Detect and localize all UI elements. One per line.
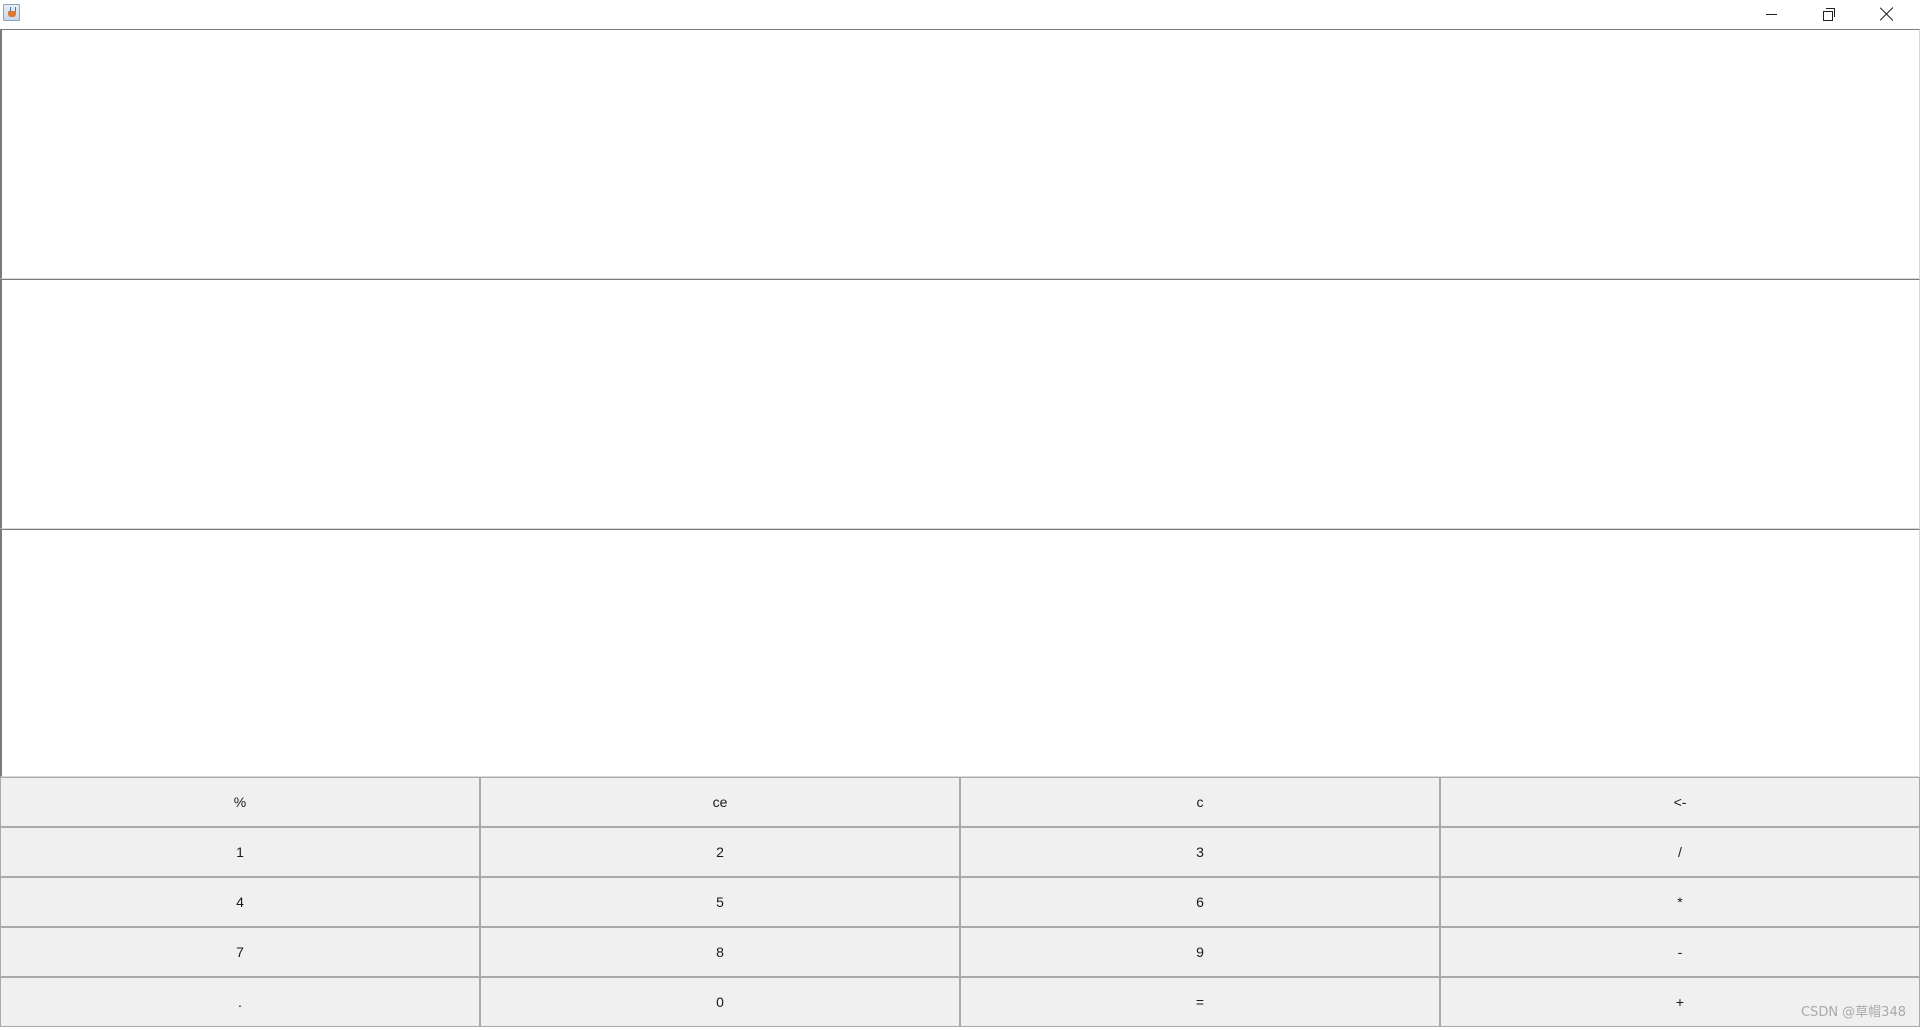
java-app-icon[interactable] [3,4,20,21]
clear-button[interactable]: c [960,777,1440,827]
close-button[interactable] [1858,0,1916,28]
digit-2-button[interactable]: 2 [480,827,960,877]
multiply-button[interactable]: * [1440,877,1920,927]
title-bar[interactable] [0,0,1920,28]
digit-9-button[interactable]: 9 [960,927,1440,977]
restore-button[interactable] [1800,0,1858,28]
display-field-2[interactable] [0,279,1920,529]
decimal-point-button[interactable]: . [0,977,480,1027]
backspace-button[interactable]: <- [1440,777,1920,827]
digit-6-button[interactable]: 6 [960,877,1440,927]
divide-button[interactable]: / [1440,827,1920,877]
digit-4-button[interactable]: 4 [0,877,480,927]
percent-button[interactable]: % [0,777,480,827]
equals-button[interactable]: = [960,977,1440,1027]
digit-8-button[interactable]: 8 [480,927,960,977]
display-field-1[interactable] [0,29,1920,279]
digit-1-button[interactable]: 1 [0,827,480,877]
digit-0-button[interactable]: 0 [480,977,960,1027]
subtract-button[interactable]: - [1440,927,1920,977]
calculator-window: % ce c <- 1 2 3 / 4 5 6 * 7 8 9 - . 0 = … [0,0,1920,1030]
minimize-button[interactable] [1742,0,1800,28]
digit-7-button[interactable]: 7 [0,927,480,977]
digit-5-button[interactable]: 5 [480,877,960,927]
restore-icon [1823,8,1835,21]
digit-3-button[interactable]: 3 [960,827,1440,877]
watermark: CSDN @草帽348 [1800,1005,1906,1020]
java-cup-glyph [8,11,16,17]
clear-entry-button[interactable]: ce [480,777,960,827]
close-icon [1880,7,1894,21]
keypad: % ce c <- 1 2 3 / 4 5 6 * 7 8 9 - . 0 = … [0,777,1920,1027]
display-field-3[interactable] [0,529,1920,777]
minimize-icon [1765,13,1777,15]
